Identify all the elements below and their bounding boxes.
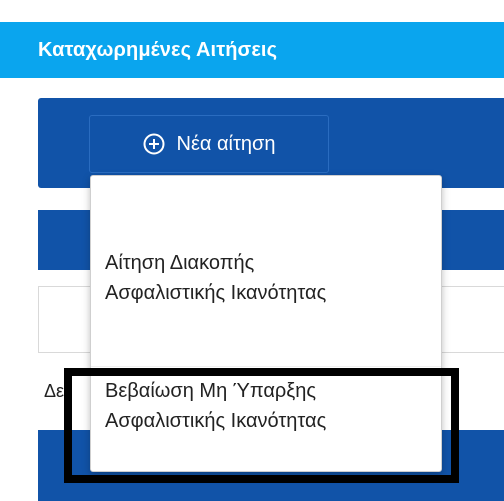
- table-cell-text: Δε: [44, 381, 65, 401]
- menu-item-label-line2: Ασφαλιστικής Ικανότητας: [105, 282, 327, 304]
- header-bar: Καταχωρημένες Αιτήσεις: [0, 22, 504, 78]
- plus-circle-icon: [143, 133, 165, 155]
- new-request-button[interactable]: Νέα αίτηση: [89, 115, 329, 173]
- top-strip: [0, 0, 504, 22]
- menu-item-label-line1: Βεβαίωση Μη Ύπαρξης: [105, 380, 317, 402]
- menu-item-no-insurance-certificate[interactable]: Βεβαίωση Μη Ύπαρξης Ασφαλιστικής Ικανότη…: [105, 376, 425, 436]
- new-request-label: Νέα αίτηση: [176, 132, 276, 155]
- page-title: Καταχωρημένες Αιτήσεις: [38, 38, 278, 61]
- menu-item-label-line2: Ασφαλιστικής Ικανότητας: [105, 410, 327, 432]
- page: Καταχωρημένες Αιτήσεις Νέα αίτηση Δε Αίτ…: [0, 0, 504, 501]
- new-request-dropdown-menu: Αίτηση Διακοπής Ασφαλιστικής Ικανότητας …: [90, 175, 442, 472]
- menu-item-insurance-interruption-request[interactable]: Αίτηση Διακοπής Ασφαλιστικής Ικανότητας: [105, 248, 425, 308]
- table-cell-border: [38, 286, 39, 352]
- menu-item-label-line1: Αίτηση Διακοπής: [105, 252, 255, 274]
- menu-divider: [91, 366, 441, 367]
